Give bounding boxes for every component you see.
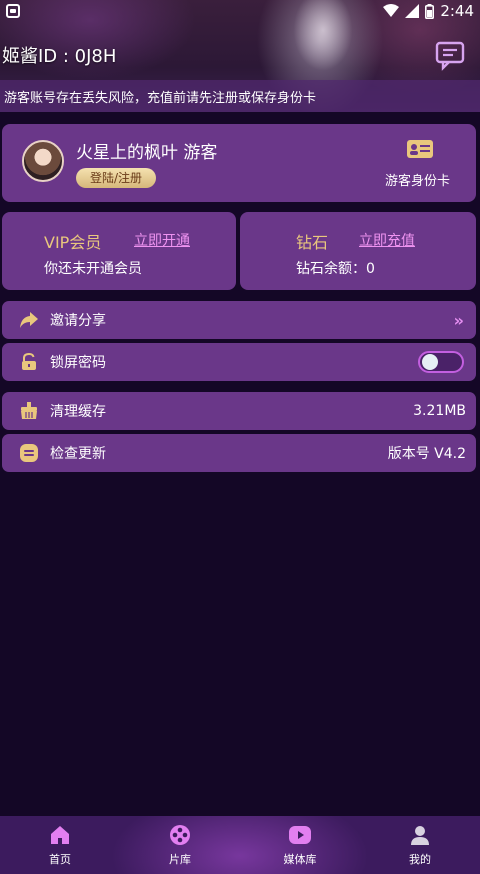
vip-card: VIP会员 立即开通 你还未开通会员 bbox=[2, 212, 236, 290]
play-icon bbox=[289, 826, 311, 844]
bottom-tab-bar: 首页 片库 媒体库 我的 bbox=[0, 816, 480, 874]
notice-text: 游客账号存在丢失风险，充值前请先注册或保存身份卡 bbox=[4, 90, 317, 106]
lock-password-label: 锁屏密码 bbox=[50, 355, 106, 371]
notification-app-icon bbox=[6, 4, 20, 18]
person-icon bbox=[411, 826, 429, 845]
cache-size: 3.21MB bbox=[413, 403, 466, 419]
check-update-label: 检查更新 bbox=[50, 446, 106, 462]
check-update-row[interactable]: 检查更新 版本号 V4.2 bbox=[2, 434, 476, 472]
tab-media[interactable]: 媒体库 bbox=[240, 816, 360, 874]
tab-home[interactable]: 首页 bbox=[0, 816, 120, 874]
share-arrow-icon bbox=[18, 309, 40, 331]
nickname: 火星上的枫叶 游客 bbox=[76, 143, 218, 163]
account-warning-notice: 游客账号存在丢失风险，充值前请先注册或保存身份卡 bbox=[0, 80, 480, 112]
invite-share-row[interactable]: 邀请分享 » bbox=[2, 301, 476, 339]
home-icon bbox=[51, 826, 69, 844]
diamond-card: 钻石 立即充值 钻石余额：0 bbox=[240, 212, 476, 290]
signal-icon bbox=[405, 4, 420, 18]
diamond-balance-label: 钻石余额： bbox=[296, 261, 366, 277]
tab-mine-label: 我的 bbox=[409, 853, 431, 866]
wifi-icon bbox=[383, 4, 400, 17]
id-bar: 姬酱ID : 0J8H bbox=[0, 39, 480, 71]
lock-icon bbox=[18, 351, 40, 373]
login-register-button[interactable]: 登陆/注册 bbox=[76, 168, 156, 188]
id-card-label[interactable]: 游客身份卡 bbox=[385, 170, 450, 189]
app-root: 2:44 姬酱ID : 0J8H 游客账号存在丢失风险，充值前请先注册或保存身份… bbox=[0, 0, 480, 874]
tab-mine[interactable]: 我的 bbox=[360, 816, 480, 874]
clock-time: 2:44 bbox=[440, 2, 474, 20]
toggle-knob bbox=[422, 354, 438, 370]
id-card-icon[interactable] bbox=[406, 138, 434, 160]
double-chevron-right-icon: » bbox=[453, 310, 464, 330]
vip-title: VIP会员 bbox=[44, 233, 102, 252]
tab-library-label: 片库 bbox=[169, 853, 191, 866]
version-number: 版本号 V4.2 bbox=[387, 446, 466, 462]
user-id-label: 姬酱ID : 0J8H bbox=[2, 46, 117, 67]
battery-icon bbox=[425, 3, 435, 19]
tab-media-label: 媒体库 bbox=[283, 853, 317, 866]
diamond-recharge-link[interactable]: 立即充值 bbox=[359, 230, 415, 250]
diamond-title: 钻石 bbox=[296, 233, 329, 252]
broom-icon bbox=[18, 400, 40, 422]
avatar[interactable] bbox=[22, 140, 64, 182]
profile-card: 火星上的枫叶 游客 登陆/注册 游客身份卡 bbox=[2, 124, 476, 202]
diamond-balance-value: 0 bbox=[366, 261, 375, 277]
message-icon[interactable] bbox=[434, 39, 466, 71]
lock-password-row: 锁屏密码 bbox=[2, 343, 476, 381]
clear-cache-row[interactable]: 清理缓存 3.21MB bbox=[2, 392, 476, 430]
vip-status: 你还未开通会员 bbox=[44, 261, 142, 277]
lock-password-toggle[interactable] bbox=[418, 351, 464, 373]
update-icon bbox=[18, 442, 40, 464]
tab-library[interactable]: 片库 bbox=[120, 816, 240, 874]
status-bar: 2:44 bbox=[0, 0, 480, 22]
diamond-balance: 钻石余额：0 bbox=[296, 258, 375, 278]
tab-home-label: 首页 bbox=[49, 853, 71, 866]
film-reel-icon bbox=[170, 825, 190, 845]
clear-cache-label: 清理缓存 bbox=[50, 404, 106, 420]
invite-share-label: 邀请分享 bbox=[50, 313, 106, 329]
vip-activate-link[interactable]: 立即开通 bbox=[134, 230, 190, 250]
